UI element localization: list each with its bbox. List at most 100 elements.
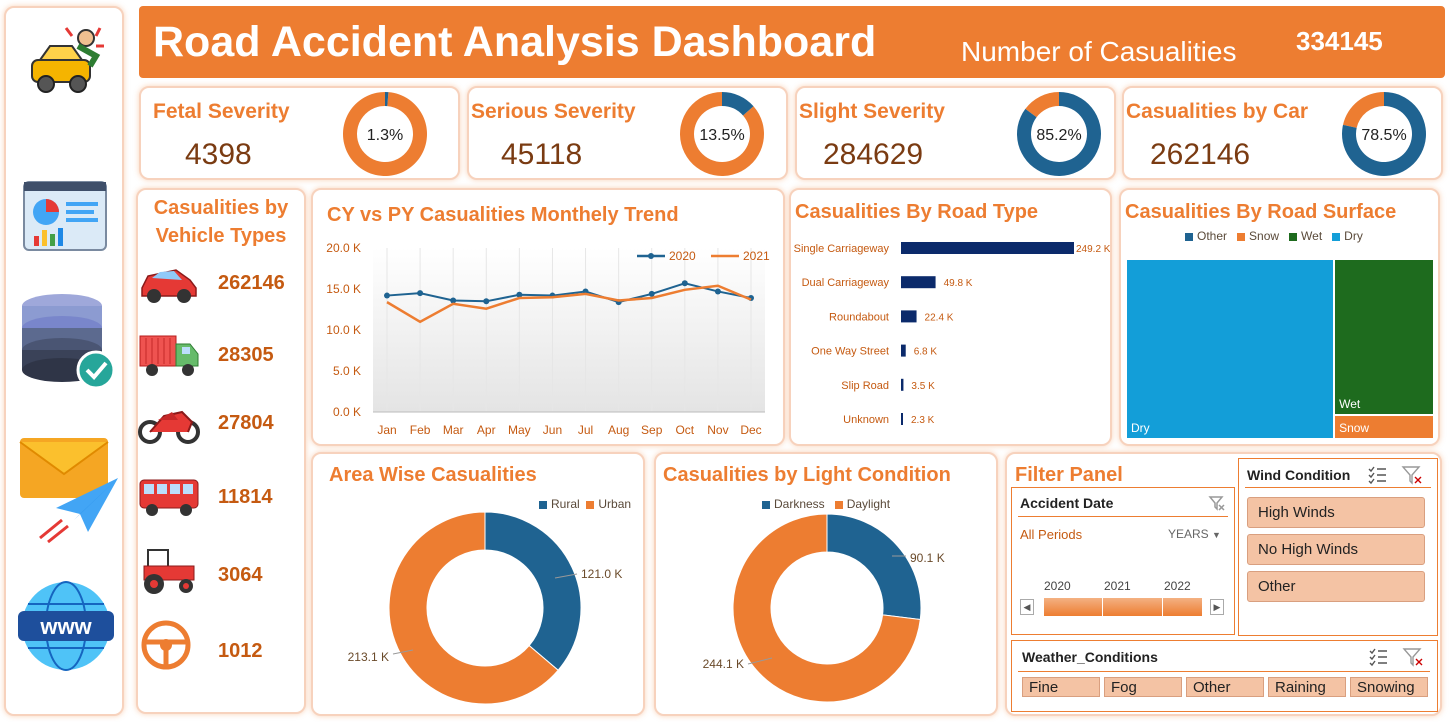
slice-value-label: 90.1 K — [910, 551, 945, 565]
bar — [901, 413, 903, 425]
clear-filter-icon[interactable] — [1402, 647, 1424, 667]
clear-filter-icon[interactable] — [1208, 494, 1226, 512]
accident-date-title: Accident Date — [1020, 495, 1114, 511]
slice-rural — [484, 511, 582, 671]
category-label: Single Carriageway — [794, 243, 890, 255]
weather-option-other[interactable]: Other — [1186, 677, 1264, 697]
monthly-trend-panel: CY vs PY Casualities Monthely Trend Jan F… — [311, 188, 785, 446]
truck-icon — [139, 335, 199, 376]
divider — [1018, 671, 1430, 672]
road-surface-treemap: Dry Wet Snow — [1127, 260, 1433, 438]
y-tick-label: 10.0 K — [326, 323, 361, 337]
x-tick-label: Dec — [740, 423, 761, 437]
accident-date-slicer: Accident Date All Periods YEARS ▼ 2020 2… — [1011, 487, 1235, 635]
multi-select-icon[interactable] — [1367, 465, 1387, 485]
time-level-dropdown[interactable]: YEARS ▼ — [1168, 527, 1221, 541]
x-tick-label: Oct — [675, 423, 694, 437]
weather-option-fine[interactable]: Fine — [1022, 677, 1100, 697]
kpi-card-fatal: Fetal Severity 4398 1.3% — [139, 86, 460, 180]
category-label: Roundabout — [829, 311, 889, 323]
timeline-bar[interactable] — [1044, 598, 1202, 616]
vehicle-title-line2: Vehicle Types — [155, 225, 287, 247]
kpi-card-slight: Slight Severity 284629 85.2% — [795, 86, 1116, 180]
surface-legend: Other Snow Wet Dry — [1185, 229, 1373, 243]
scroll-left-button[interactable]: ◀ — [1020, 599, 1034, 615]
svg-text:www: www — [39, 614, 92, 639]
weather-conditions-title: Weather_Conditions — [1022, 649, 1158, 665]
slice-value-label: 121.0 K — [581, 567, 622, 581]
legend-item: Other — [1185, 229, 1227, 243]
all-periods-label: All Periods — [1020, 527, 1083, 542]
x-tick-label: Jan — [377, 423, 396, 437]
filter-panel: Filter Panel Accident Date All Periods Y… — [1005, 452, 1442, 716]
vehicle-types-title: Casualities by Vehicle Types — [138, 194, 304, 250]
time-level-label: YEARS — [1168, 527, 1209, 541]
wind-option-no-high-winds[interactable]: No High Winds — [1247, 534, 1425, 565]
bar-value-label: 6.8 K — [914, 347, 938, 358]
y-tick-label: 20.0 K — [326, 241, 361, 255]
kpi-value: 262146 — [1150, 138, 1251, 171]
legend-swatch — [1332, 232, 1341, 241]
kpi-value: 284629 — [823, 138, 924, 171]
year-label: 2022 — [1164, 579, 1191, 593]
legend-item: Wet — [1289, 229, 1322, 243]
y-tick-label: 0.0 K — [333, 405, 361, 419]
category-label: One Way Street — [811, 346, 889, 358]
vehicle-value: 262146 — [218, 272, 285, 294]
multi-select-icon[interactable] — [1368, 647, 1388, 667]
www-globe-icon[interactable]: www — [18, 578, 114, 674]
data-point — [483, 298, 490, 305]
category-label: Unknown — [843, 414, 889, 426]
timeline-tick — [1162, 598, 1163, 616]
divider — [1245, 487, 1431, 488]
x-tick-label: May — [508, 423, 531, 437]
kpi-pct-label: 1.3% — [367, 127, 403, 144]
light-condition-chart: 90.1 K 244.1 K — [703, 513, 945, 703]
weather-option-snowing[interactable]: Snowing — [1350, 677, 1428, 697]
wind-condition-title: Wind Condition — [1247, 467, 1351, 483]
vehicle-value: 11814 — [218, 486, 273, 508]
data-point — [384, 292, 390, 299]
scroll-right-button[interactable]: ▶ — [1210, 599, 1224, 615]
data-point — [714, 288, 721, 295]
year-label: 2020 — [1044, 579, 1071, 593]
kpi-donut-rest-slice — [1343, 92, 1384, 128]
bar — [901, 276, 936, 289]
road-type-panel: Casualities By Road Type Single Carriage… — [789, 188, 1112, 446]
page-title: Road Accident Analysis Dashboard — [153, 18, 877, 66]
kpi-donut: 1.3% — [343, 92, 427, 176]
dashboard-icon[interactable] — [22, 180, 108, 252]
kpi-donut: 78.5% — [1342, 92, 1426, 176]
car-icon — [141, 269, 197, 303]
clear-filter-icon[interactable] — [1401, 465, 1423, 485]
bar — [901, 344, 906, 357]
x-tick-label: Apr — [477, 423, 496, 437]
legend-swatch — [1289, 232, 1298, 241]
monthly-trend-chart: Jan Feb Mar Apr May Jun Jul Aug Sep Oct Nov Dec 0.0 … — [326, 241, 770, 437]
year-label: 2021 — [1104, 579, 1131, 593]
treemap-block-dry: Dry — [1127, 260, 1334, 438]
x-tick-label: Jul — [578, 423, 593, 437]
category-label: Slip Road — [841, 380, 889, 392]
area-wise-chart: 121.0 K 213.1 K — [348, 511, 622, 705]
legend-label: 2020 — [669, 249, 696, 263]
wind-option-high-winds[interactable]: High Winds — [1247, 497, 1425, 528]
car-crash-icon[interactable] — [26, 20, 108, 102]
casualties-total: 334145 — [1296, 26, 1383, 56]
kpi-title: Casualities by Car — [1126, 100, 1309, 123]
y-tick-label: 5.0 K — [333, 364, 361, 378]
kpi-title: Slight Severity — [799, 100, 945, 123]
weather-option-fog[interactable]: Fog — [1104, 677, 1182, 697]
treemap-label: Wet — [1339, 396, 1361, 411]
treemap-label: Dry — [1131, 421, 1150, 435]
plot-area — [373, 248, 765, 412]
tractor-icon — [143, 549, 195, 594]
mail-send-icon[interactable] — [18, 434, 122, 544]
x-tick-label: Nov — [707, 423, 728, 437]
slice-value-label: 213.1 K — [348, 650, 389, 664]
database-check-icon[interactable] — [18, 290, 118, 390]
bar — [901, 310, 917, 323]
wind-option-other[interactable]: Other — [1247, 571, 1425, 602]
bar-value-label: 49.8 K — [944, 278, 973, 289]
weather-option-raining[interactable]: Raining — [1268, 677, 1346, 697]
